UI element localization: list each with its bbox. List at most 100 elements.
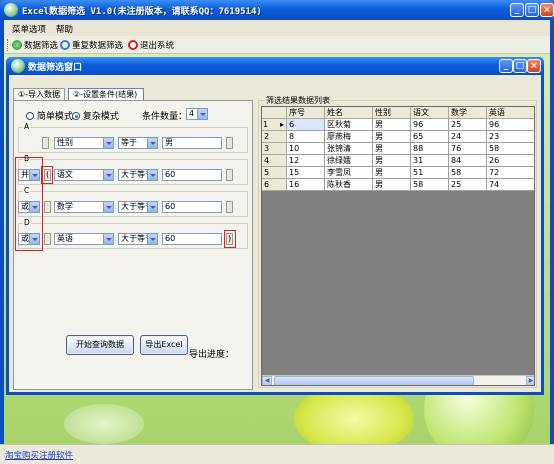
table-cell[interactable]: 31: [411, 155, 449, 167]
table-cell[interactable]: 25: [449, 119, 487, 131]
operator-select-b[interactable]: 大于等于: [118, 169, 158, 181]
table-cell[interactable]: 男: [373, 119, 411, 131]
table-cell[interactable]: 6: [287, 119, 325, 131]
data-filter-button[interactable]: 数据筛选: [12, 39, 58, 51]
table-cell[interactable]: 23: [487, 131, 534, 143]
buy-registration-link[interactable]: 淘宝购买注册软件: [5, 449, 73, 461]
column-header[interactable]: 英语: [487, 107, 534, 119]
table-cell[interactable]: 廖燕梅: [325, 131, 373, 143]
table-cell[interactable]: 84: [449, 155, 487, 167]
condition-count-label: 条件数量：: [142, 112, 188, 122]
field-select-a[interactable]: 性别: [54, 137, 114, 149]
table-cell[interactable]: 25: [449, 179, 487, 191]
operator-select-c[interactable]: 大于等于: [118, 201, 158, 213]
table-cell[interactable]: 张锦清: [325, 143, 373, 155]
table-cell[interactable]: 区秋菊: [325, 119, 373, 131]
table-row[interactable]: 2 8 廖燕梅 男 65 24 23: [262, 131, 534, 143]
table-cell[interactable]: 10: [287, 143, 325, 155]
table-cell[interactable]: 76: [449, 143, 487, 155]
column-header[interactable]: 性别: [373, 107, 411, 119]
menu-options[interactable]: 菜单选项: [12, 23, 46, 35]
table-cell[interactable]: 65: [411, 131, 449, 143]
results-grid[interactable]: 序号 姓名 性别 语文 数学 英语 ▸ 1 6 区秋菊 男 96 25 96 2…: [261, 106, 535, 386]
inner-minimize-button[interactable]: _: [499, 59, 513, 73]
exit-button[interactable]: 退出系统: [128, 39, 174, 51]
radio-simple: [26, 112, 34, 120]
value-input-d[interactable]: 60: [162, 233, 222, 245]
table-cell[interactable]: 96: [411, 119, 449, 131]
value-input-c[interactable]: 60: [162, 201, 222, 213]
field-b-value: 语文: [57, 170, 73, 179]
table-cell[interactable]: 15: [287, 167, 325, 179]
start-query-button[interactable]: 开始查询数据: [66, 335, 134, 355]
decorative-leaf: [64, 404, 144, 444]
table-row[interactable]: 6 16 陈秋香 男 58 25 74: [262, 179, 534, 191]
close-paren-a[interactable]: [226, 137, 233, 149]
table-cell[interactable]: 12: [287, 155, 325, 167]
complex-mode-radio[interactable]: 复杂模式: [72, 109, 119, 122]
scroll-right-icon[interactable]: ▶: [526, 376, 534, 385]
table-cell[interactable]: 74: [487, 179, 534, 191]
table-cell[interactable]: 徐绿娥: [325, 155, 373, 167]
field-select-b[interactable]: 语文: [54, 169, 114, 181]
table-row[interactable]: 5 15 李雪凤 男 51 58 72: [262, 167, 534, 179]
close-paren-b[interactable]: [226, 169, 233, 181]
scroll-left-icon[interactable]: ◀: [262, 376, 272, 385]
close-button[interactable]: ×: [540, 3, 554, 17]
grid-corner: [262, 107, 287, 119]
close-paren-c[interactable]: [226, 201, 233, 213]
minimize-button[interactable]: _: [510, 3, 524, 17]
chevron-down-icon: [103, 234, 113, 244]
duplicate-filter-button[interactable]: 重复数据筛选: [60, 39, 123, 51]
table-cell[interactable]: 李雪凤: [325, 167, 373, 179]
table-cell[interactable]: 男: [373, 155, 411, 167]
table-cell[interactable]: 陈秋香: [325, 179, 373, 191]
horizontal-scrollbar[interactable]: ◀ ▶: [262, 375, 534, 385]
value-input-a[interactable]: 男: [162, 137, 222, 149]
table-cell[interactable]: 72: [487, 167, 534, 179]
tab-conditions[interactable]: ②-设置条件(结果): [68, 88, 144, 100]
column-header[interactable]: 数学: [449, 107, 487, 119]
maximize-button[interactable]: □: [525, 3, 539, 17]
row-number-cell: 4: [262, 155, 287, 167]
table-cell[interactable]: 58: [487, 143, 534, 155]
open-paren-a[interactable]: [42, 137, 49, 149]
table-cell[interactable]: 58: [449, 167, 487, 179]
column-header[interactable]: 序号: [287, 107, 325, 119]
open-paren-d[interactable]: [44, 233, 51, 245]
table-cell[interactable]: 8: [287, 131, 325, 143]
inner-close-button[interactable]: ×: [527, 59, 541, 73]
table-row[interactable]: ▸ 1 6 区秋菊 男 96 25 96: [262, 119, 534, 131]
operator-select-a[interactable]: 等于: [118, 137, 158, 149]
tab-import[interactable]: ①-导入数据: [13, 88, 65, 100]
table-cell[interactable]: 88: [411, 143, 449, 155]
inner-maximize-button[interactable]: □: [513, 59, 527, 73]
stop-icon: [128, 40, 138, 50]
open-paren-c[interactable]: [44, 201, 51, 213]
field-select-d[interactable]: 英语: [54, 233, 114, 245]
condition-count-select[interactable]: 4: [186, 108, 208, 120]
table-cell[interactable]: 24: [449, 131, 487, 143]
chevron-down-icon: [103, 202, 113, 212]
table-cell[interactable]: 26: [487, 155, 534, 167]
scroll-thumb[interactable]: [274, 376, 474, 385]
table-cell[interactable]: 男: [373, 131, 411, 143]
table-cell[interactable]: 男: [373, 179, 411, 191]
table-cell[interactable]: 男: [373, 143, 411, 155]
table-cell[interactable]: 51: [411, 167, 449, 179]
value-input-b[interactable]: 60: [162, 169, 222, 181]
simple-mode-radio[interactable]: 简单模式: [26, 109, 73, 122]
results-label: 筛选结果数据列表: [265, 95, 331, 106]
table-cell[interactable]: 男: [373, 167, 411, 179]
table-cell[interactable]: 16: [287, 179, 325, 191]
column-header[interactable]: 姓名: [325, 107, 373, 119]
table-cell[interactable]: 58: [411, 179, 449, 191]
field-select-c[interactable]: 数学: [54, 201, 114, 213]
menu-help[interactable]: 帮助: [56, 23, 73, 35]
table-cell[interactable]: 96: [487, 119, 534, 131]
table-row[interactable]: 3 10 张锦清 男 88 76 58: [262, 143, 534, 155]
table-row[interactable]: 4 12 徐绿娥 男 31 84 26: [262, 155, 534, 167]
export-excel-button[interactable]: 导出Excel: [140, 335, 188, 355]
column-header[interactable]: 语文: [411, 107, 449, 119]
operator-select-d[interactable]: 大于等于: [118, 233, 158, 245]
